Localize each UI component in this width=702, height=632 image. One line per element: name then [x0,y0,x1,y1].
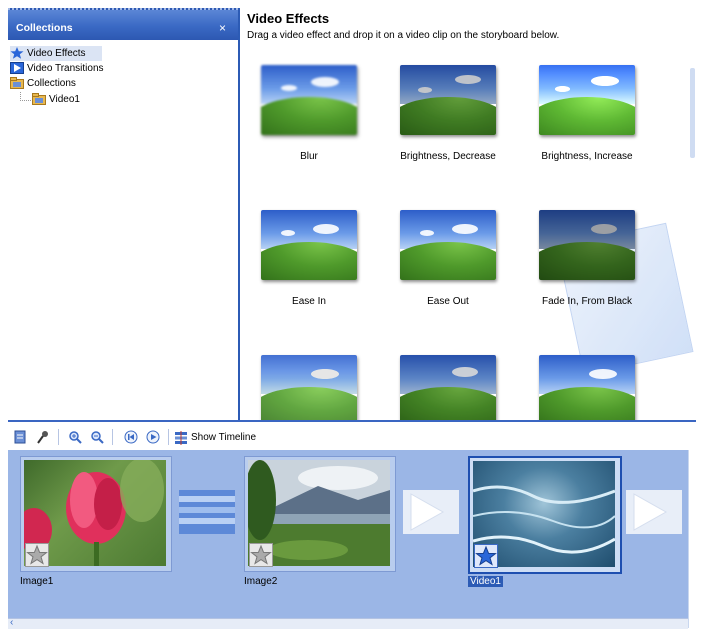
zoom-out-icon[interactable] [90,430,104,445]
tree-item-collections[interactable]: Collections [10,76,76,91]
effect-ease-out[interactable]: Ease Out [393,210,503,307]
effect-blur[interactable]: Blur [254,65,364,162]
effect-star-icon[interactable] [474,544,498,568]
storyboard-clip-video1[interactable] [468,456,622,574]
effect-star-icon[interactable] [25,543,49,567]
collections-title: Collections [16,22,73,34]
effect-item[interactable] [254,355,364,425]
effects-title: Video Effects [247,11,330,26]
toolbar-separator [112,429,113,445]
effect-label: Blur [300,151,318,162]
clip-label: Image2 [244,576,278,587]
close-icon[interactable]: × [219,21,226,35]
vertical-scrollbar[interactable] [690,68,695,158]
collections-folder-icon [10,77,24,90]
video-transitions-icon [10,62,24,75]
effects-instructions: Drag a video effect and drop it on a vid… [247,30,560,41]
effect-label: Ease In [292,296,326,307]
effect-item[interactable] [393,355,503,425]
effect-label: Brightness, Increase [541,151,633,162]
effect-thumbnail [539,210,635,280]
clip-label: Image1 [20,576,54,587]
collections-pane: Collections × Video Effects Video Transi… [8,8,241,420]
tree-item-video-effects[interactable]: Video Effects [10,46,102,61]
effect-label: Fade In, From Black [541,296,633,307]
effect-brightness-increase[interactable]: Brightness, Increase [532,65,642,162]
storyboard-clip-image1[interactable] [20,456,172,572]
tree-item-label: Video Effects [27,48,86,59]
effect-thumbnail [261,210,357,280]
effect-thumbnail [400,355,496,425]
tree-item-video1[interactable]: Video1 [32,92,80,107]
transition-slot[interactable] [179,490,235,534]
collection-folder-icon [32,93,46,106]
effects-pane: Video Effects Drag a video effect and dr… [240,8,695,425]
clip-label: Video1 [468,576,503,587]
effect-brightness-decrease[interactable]: Brightness, Decrease [393,65,503,162]
effect-label: Ease Out [427,296,469,307]
effect-item[interactable] [532,355,642,425]
effect-thumbnail [400,210,496,280]
storyboard-edge [688,450,697,628]
storyboard-toolbar: Show Timeline [8,420,696,452]
collections-header: Collections × [8,8,238,40]
rewind-icon[interactable] [124,430,138,445]
effect-thumbnail [400,65,496,135]
storyboard: Image1 Image2 Video1 [8,450,688,618]
timeline-icon [174,430,188,445]
storyboard-icon[interactable] [14,430,26,445]
effect-star-icon[interactable] [249,543,273,567]
transition-slot[interactable] [403,490,459,534]
effect-thumbnail [261,65,357,135]
tree-connector [20,92,31,101]
effect-thumbnail [539,65,635,135]
zoom-in-icon[interactable] [68,430,82,445]
video-effects-star-icon [10,47,24,60]
effect-ease-in[interactable]: Ease In [254,210,364,307]
show-timeline-button[interactable]: Show Timeline [174,430,256,445]
storyboard-clip-image2[interactable] [244,456,396,572]
toolbar-separator [58,429,59,445]
scroll-left-icon[interactable]: ‹ [10,617,13,628]
tree-item-label: Collections [27,78,76,89]
transition-slot[interactable] [626,490,682,534]
tree-item-video-transitions[interactable]: Video Transitions [10,61,104,76]
tree-item-label: Video Transitions [27,63,104,74]
effect-thumbnail [539,355,635,425]
play-icon[interactable] [146,430,160,445]
horizontal-scrollbar[interactable]: ‹ [8,617,688,629]
narrate-icon[interactable] [36,430,50,445]
effect-thumbnail [261,355,357,425]
tree-item-label: Video1 [49,94,80,105]
toolbar-separator [168,429,169,445]
effect-fade-in-from-black[interactable]: Fade In, From Black [532,210,642,307]
effect-label: Brightness, Decrease [400,151,496,162]
show-timeline-label: Show Timeline [191,432,257,443]
